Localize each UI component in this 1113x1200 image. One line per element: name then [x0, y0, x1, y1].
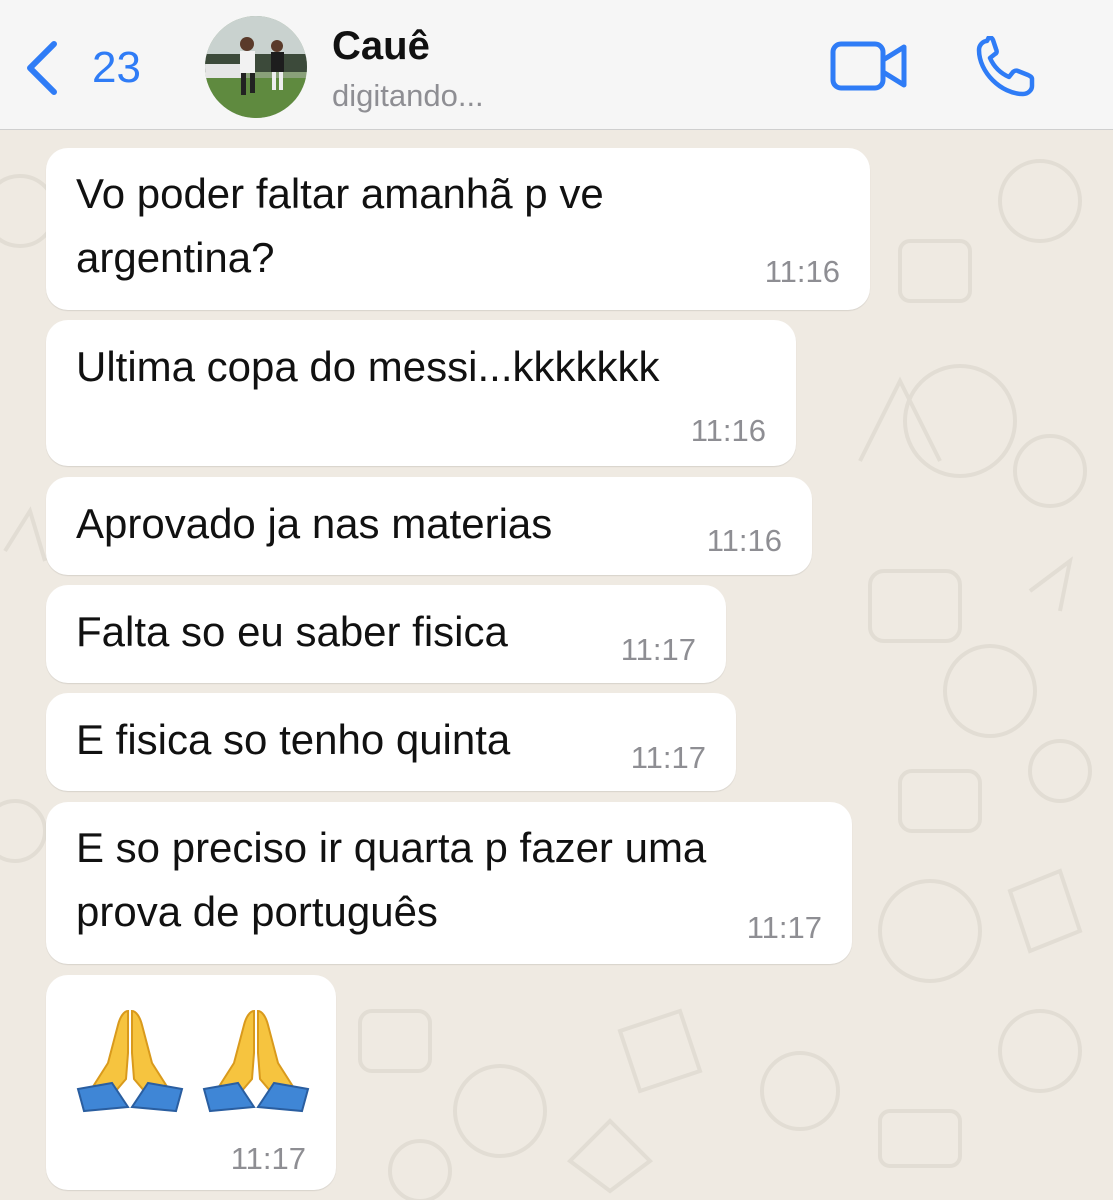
avatar[interactable]: [205, 16, 307, 118]
video-call-button[interactable]: [830, 38, 908, 99]
message-bubble[interactable]: E fisica so tenho quinta 11:17: [46, 693, 736, 791]
message-text: E so preciso ir quarta p fazer uma: [76, 824, 707, 871]
video-camera-icon: [830, 41, 907, 91]
chevron-left-icon: [27, 41, 57, 95]
message-text: Ultima copa do messi...kkkkkkk: [76, 343, 660, 390]
message-timestamp: 11:17: [620, 632, 696, 667]
message-text: Vo poder faltar amanhã p ve: [76, 170, 604, 217]
praying-hands-icon: [76, 1009, 184, 1113]
message-text: prova de português: [76, 888, 438, 935]
typing-status: digitando...: [332, 78, 484, 113]
message-timestamp: 11:16: [764, 254, 840, 289]
voice-call-button[interactable]: [975, 34, 1037, 103]
message-text: Falta so eu saber fisica: [76, 608, 508, 655]
message-timestamp: 11:16: [690, 413, 766, 448]
message-bubble[interactable]: Aprovado ja nas materias 11:16: [46, 477, 812, 575]
message-bubble[interactable]: E so preciso ir quarta p fazer uma prova…: [46, 802, 852, 964]
message-bubble[interactable]: Falta so eu saber fisica 11:17: [46, 585, 726, 683]
message-bubble[interactable]: 11:17: [46, 975, 336, 1190]
phone-icon: [976, 34, 1035, 97]
back-button[interactable]: 23: [22, 38, 141, 98]
message-text: Aprovado ja nas materias: [76, 500, 553, 547]
message-timestamp: 11:17: [746, 910, 822, 945]
message-text: argentina?: [76, 234, 275, 281]
unread-count: 23: [92, 43, 141, 92]
chat-area[interactable]: Vo poder faltar amanhã p ve argentina? 1…: [0, 131, 1113, 1200]
avatar-photo: [205, 16, 307, 118]
message-timestamp: 11:16: [706, 523, 782, 558]
chat-header: 23 Cauê digitando...: [0, 0, 1113, 130]
message-timestamp: 11:17: [630, 740, 706, 775]
message-bubble[interactable]: Ultima copa do messi...kkkkkkk 11:16: [46, 320, 796, 466]
message-timestamp: 11:17: [230, 1141, 306, 1176]
message-text: E fisica so tenho quinta: [76, 716, 511, 763]
praying-hands-icon: [202, 1009, 310, 1113]
message-bubble[interactable]: Vo poder faltar amanhã p ve argentina? 1…: [46, 148, 870, 310]
contact-name[interactable]: Cauê: [332, 24, 430, 69]
